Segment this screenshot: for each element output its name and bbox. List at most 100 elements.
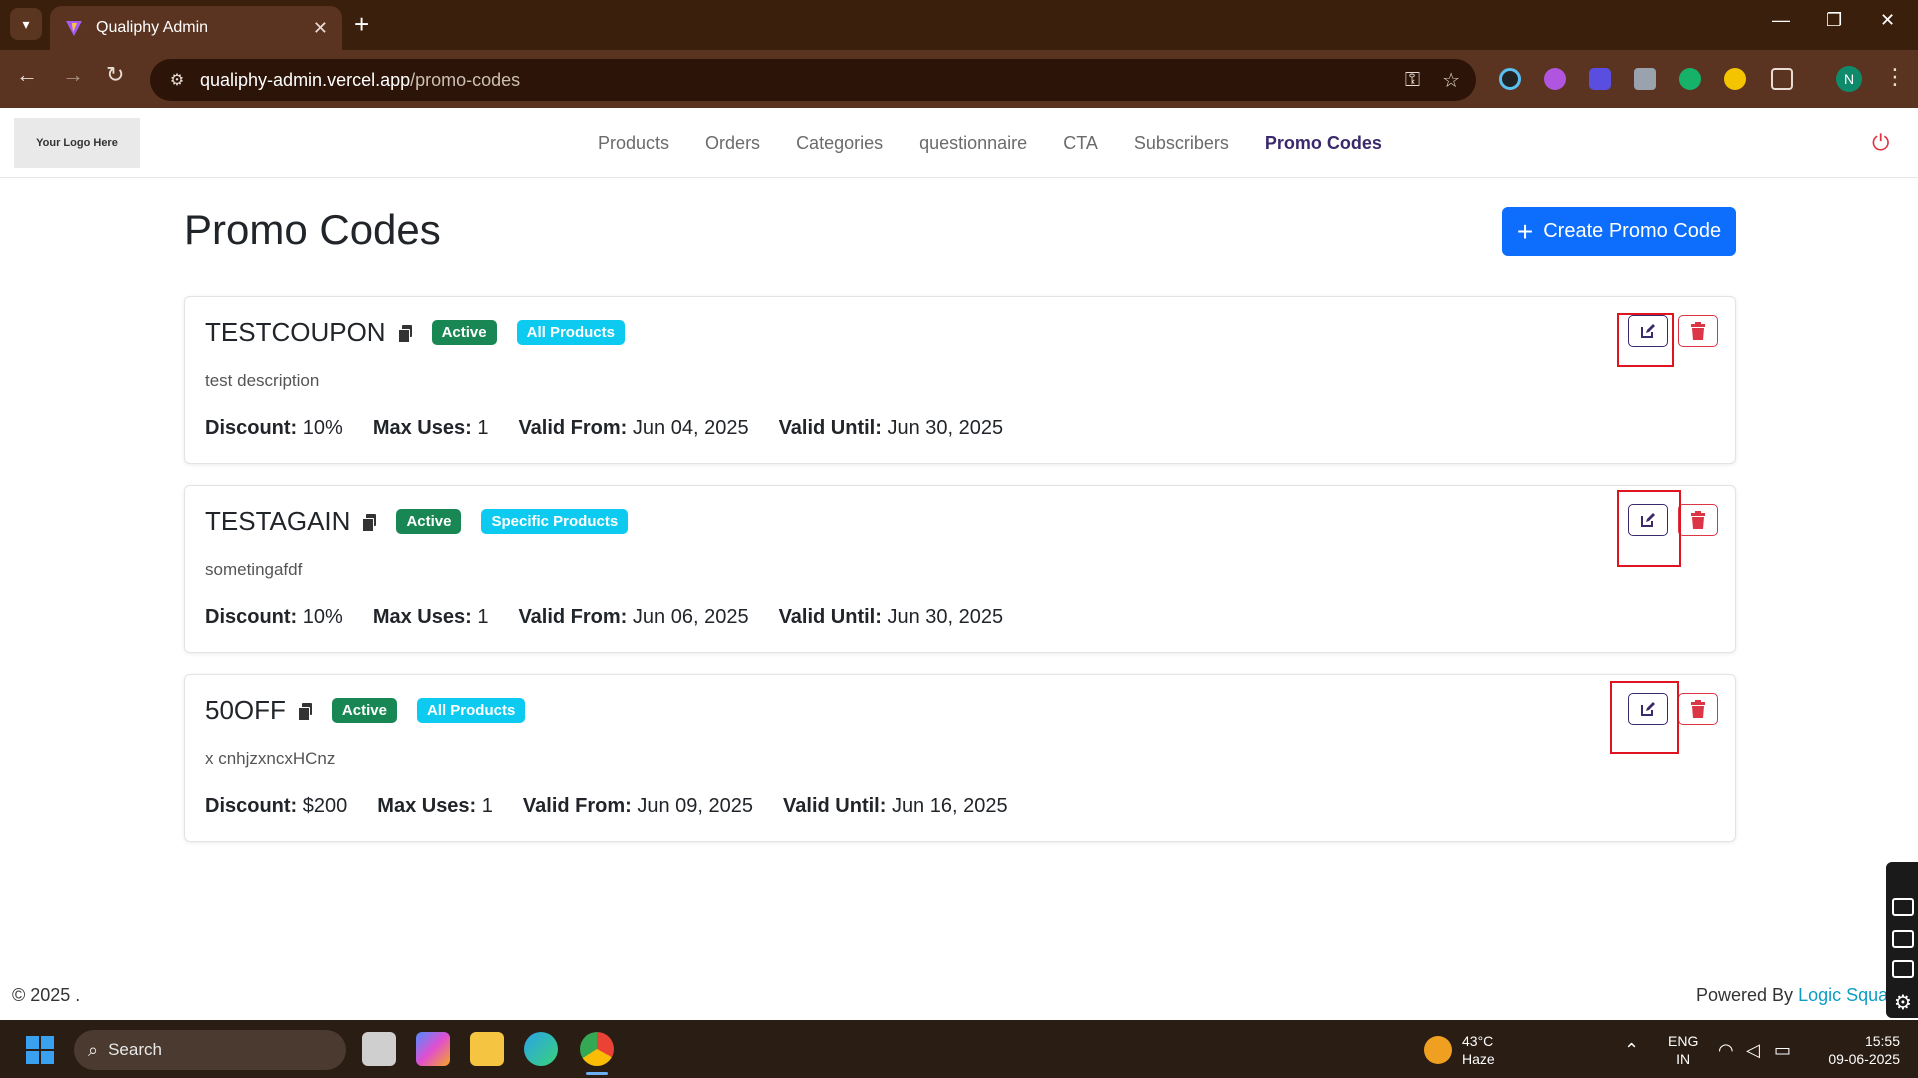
promo-code: 50OFF (205, 695, 286, 725)
promo-card: 50OFF Active All Products x cnhjzxncxHCn… (184, 674, 1736, 842)
bookmark-star-icon[interactable]: ☆ (1442, 68, 1460, 93)
site-info-icon[interactable]: ⚙ (166, 69, 188, 91)
valid-from-value: Jun 09, 2025 (637, 795, 754, 817)
reload-icon[interactable]: ↻ (106, 62, 124, 88)
delete-button[interactable] (1678, 693, 1718, 725)
valid-from-label: Valid From: (518, 417, 628, 439)
copy-icon[interactable] (362, 513, 377, 532)
valid-until-value: Jun 30, 2025 (887, 417, 1004, 439)
extension-icon-2[interactable] (1544, 68, 1566, 90)
valid-from-value: Jun 04, 2025 (632, 417, 749, 439)
powered-by-text: Powered By (1696, 985, 1794, 1005)
restore-icon[interactable]: ❐ (1826, 10, 1842, 31)
extension-icon-6[interactable] (1724, 68, 1746, 90)
gear-icon[interactable]: ⚙ (1894, 990, 1912, 1015)
footer-powered-by: Powered By Logic Squa (1696, 985, 1888, 1006)
discount-label: Discount: (205, 795, 298, 817)
promo-code: TESTCOUPON (205, 317, 386, 347)
video-icon[interactable] (1892, 930, 1914, 948)
scope-badge: Specific Products (481, 509, 629, 534)
copy-icon[interactable] (397, 324, 412, 343)
address-bar[interactable]: ⚙ qualiphy-admin.vercel.app/promo-codes … (150, 59, 1476, 101)
password-key-icon[interactable]: ⚿ (1405, 69, 1420, 92)
extension-icon-3[interactable] (1589, 68, 1611, 90)
browser-menu-icon[interactable]: ⋮ (1884, 64, 1906, 90)
powered-by-link[interactable]: Logic Squa (1798, 985, 1888, 1005)
valid-until-label: Valid Until: (783, 795, 887, 817)
logo[interactable]: Your Logo Here (14, 118, 140, 168)
url-domain: qualiphy-admin.vercel.app (200, 69, 411, 90)
chevron-up-icon[interactable]: ⌃ (1624, 1040, 1639, 1061)
grammarly-icon[interactable] (1679, 68, 1701, 90)
page-title: Promo Codes (184, 206, 441, 253)
copy-icon[interactable] (297, 702, 312, 721)
trash-icon (1691, 511, 1705, 529)
camera-extension-icon[interactable] (1634, 68, 1656, 90)
promo-details: Discount: 10% Max Uses: 1 Valid From: Ju… (205, 606, 1033, 629)
tab-search-button[interactable]: ▾ (10, 8, 42, 40)
forward-icon[interactable]: → (62, 62, 84, 88)
file-explorer-icon[interactable] (470, 1032, 504, 1066)
max-uses-label: Max Uses: (372, 606, 472, 628)
nav-subscribers[interactable]: Subscribers (1134, 133, 1229, 154)
nav-products[interactable]: Products (598, 133, 669, 154)
edge-browser-icon[interactable] (524, 1032, 558, 1066)
scope-badge: All Products (416, 698, 526, 723)
extension-icon-1[interactable] (1499, 68, 1521, 90)
nav-categories[interactable]: Categories (796, 133, 883, 154)
valid-until-label: Valid Until: (778, 417, 882, 439)
footer-copyright: © 2025 . (12, 985, 81, 1005)
logout-power-icon[interactable]: ⏻ (1872, 130, 1889, 156)
valid-until-value: Jun 16, 2025 (891, 795, 1008, 817)
nav-questionnaire[interactable]: questionnaire (919, 133, 1027, 154)
create-promo-code-button[interactable]: + Create Promo Code (1502, 207, 1736, 256)
chrome-icon[interactable] (580, 1032, 614, 1066)
promo-details: Discount: 10% Max Uses: 1 Valid From: Ju… (205, 417, 1033, 440)
promo-description: sometingafdf (205, 560, 303, 579)
annotation-highlight (1610, 681, 1679, 754)
task-view-icon[interactable] (362, 1032, 396, 1066)
back-icon[interactable]: ← (16, 62, 38, 88)
haze-weather-icon (1424, 1036, 1452, 1064)
nav-orders[interactable]: Orders (705, 133, 760, 154)
browser-tab[interactable]: Qualiphy Admin ✕ (50, 6, 342, 50)
valid-from-label: Valid From: (518, 606, 628, 628)
plus-icon: + (1516, 215, 1534, 247)
close-tab-icon[interactable]: ✕ (313, 18, 328, 39)
promo-description: x cnhjzxncxHCnz (205, 749, 336, 768)
annotation-highlight (1617, 490, 1681, 567)
weather-widget[interactable]: 43°C Haze (1424, 1032, 1495, 1068)
status-badge: Active (431, 320, 497, 345)
nav-cta[interactable]: CTA (1063, 133, 1098, 154)
volume-icon[interactable]: ◁ (1746, 1040, 1760, 1061)
create-button-label: Create Promo Code (1543, 220, 1722, 242)
annotation-highlight (1617, 313, 1674, 367)
search-icon: ⌕ (88, 1039, 99, 1060)
window-icon[interactable] (1892, 960, 1914, 978)
active-app-indicator (586, 1072, 608, 1075)
battery-icon[interactable]: ▭ (1774, 1040, 1791, 1061)
language-indicator[interactable]: ENG IN (1668, 1032, 1698, 1068)
windows-start-icon[interactable] (26, 1036, 54, 1064)
clock[interactable]: 15:55 09-06-2025 (1816, 1032, 1900, 1068)
trash-icon (1691, 700, 1705, 718)
time: 15:55 (1864, 1033, 1900, 1049)
taskbar-search[interactable]: ⌕ Search (74, 1030, 346, 1070)
max-uses-value: 1 (481, 795, 493, 817)
nav-promo-codes[interactable]: Promo Codes (1265, 133, 1382, 154)
extensions-puzzle-icon[interactable] (1771, 68, 1793, 90)
app-header: Your Logo Here Products Orders Categorie… (0, 108, 1918, 178)
discount-value: $200 (302, 795, 348, 817)
valid-from-label: Valid From: (522, 795, 632, 817)
delete-button[interactable] (1678, 315, 1718, 347)
new-tab-button[interactable]: + (354, 10, 369, 38)
minimize-icon[interactable]: — (1772, 10, 1790, 31)
close-window-icon[interactable]: ✕ (1880, 10, 1895, 31)
promo-code: TESTAGAIN (205, 506, 351, 536)
promo-description: test description (205, 371, 320, 390)
delete-button[interactable] (1678, 504, 1718, 536)
camera-icon[interactable] (1892, 898, 1914, 916)
profile-avatar[interactable]: N (1836, 66, 1862, 92)
wifi-icon[interactable]: ◠ (1718, 1040, 1734, 1061)
copilot-icon[interactable] (416, 1032, 450, 1066)
